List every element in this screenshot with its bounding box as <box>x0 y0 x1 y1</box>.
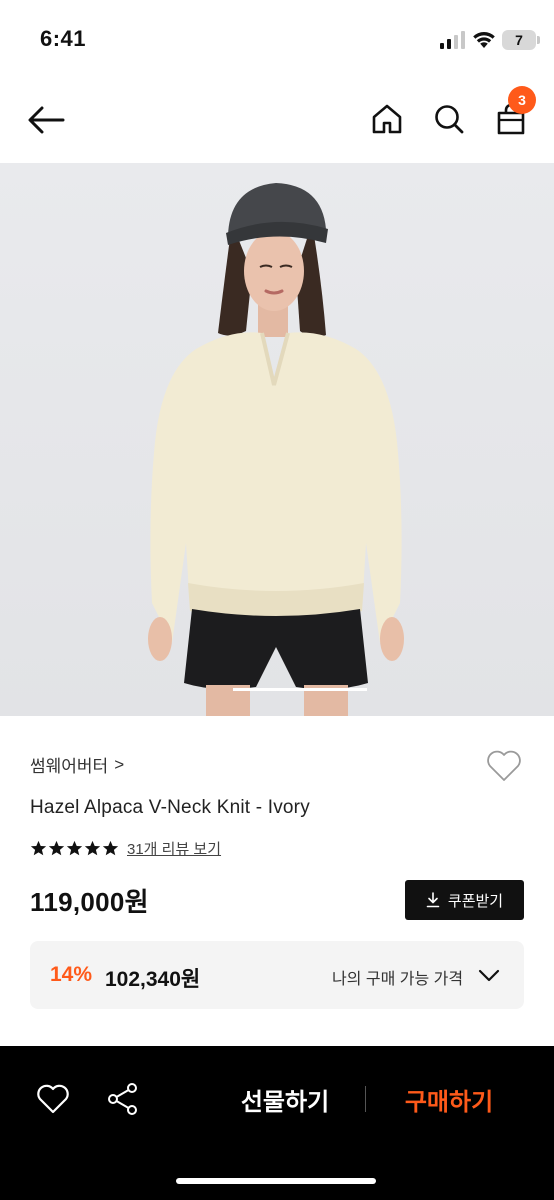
discounted-price: 102,340원 <box>105 968 201 991</box>
best-price-panel[interactable]: 14% 102,340원 나의 구매 가능 가격 <box>30 941 524 1009</box>
cart-count-badge: 3 <box>508 86 536 114</box>
chevron-down-icon <box>478 969 500 982</box>
status-bar: 6:41 7 <box>0 0 554 80</box>
wishlist-button[interactable] <box>484 746 524 786</box>
product-name: Hazel Alpaca V-Neck Knit - Ivory <box>30 797 310 818</box>
brand-chevron: > <box>114 754 125 774</box>
star-icon <box>30 840 47 856</box>
star-icon <box>66 840 83 856</box>
review-link[interactable]: 31개 리뷰 보기 <box>127 838 221 859</box>
heart-outline-icon <box>37 1084 69 1114</box>
home-icon <box>372 104 402 134</box>
wifi-icon <box>473 32 495 48</box>
share-button[interactable] <box>100 1076 146 1122</box>
rating-row: 31개 리뷰 보기 <box>30 838 221 859</box>
buy-button[interactable]: 구매하기 <box>384 1082 514 1116</box>
battery-indicator: 7 <box>502 30 536 50</box>
share-icon <box>108 1083 137 1115</box>
discount-rate: 14% <box>50 963 93 986</box>
brand-link[interactable]: 썸웨어버터 > <box>30 752 124 777</box>
download-icon <box>426 892 440 908</box>
battery-tip <box>537 36 540 44</box>
home-indicator <box>176 1178 376 1184</box>
coupon-label: 쿠폰받기 <box>447 892 504 910</box>
status-time: 6:41 <box>40 26 87 51</box>
top-nav <box>0 80 554 162</box>
star-icon <box>48 840 65 856</box>
back-button[interactable] <box>24 100 68 140</box>
star-icon <box>84 840 101 856</box>
search-icon <box>435 105 464 134</box>
best-price-label: 나의 구매 가능 가격 <box>332 971 464 988</box>
gift-button[interactable]: 선물하기 <box>222 1082 348 1116</box>
cellular-signal-icon <box>440 31 465 49</box>
product-price: 119,000원 <box>30 887 149 917</box>
brand-name: 썸웨어버터 <box>30 757 109 776</box>
search-button[interactable] <box>428 98 470 140</box>
rating-stars <box>30 840 119 857</box>
star-icon <box>102 840 119 856</box>
product-image[interactable] <box>0 163 554 716</box>
home-button[interactable] <box>366 98 408 140</box>
heart-outline-icon <box>487 750 521 781</box>
coupon-button[interactable]: 쿠폰받기 <box>405 880 524 920</box>
bottom-wishlist-button[interactable] <box>30 1076 76 1122</box>
product-photo-illustration <box>0 163 554 716</box>
image-carousel-indicator <box>233 688 367 691</box>
back-arrow-icon <box>28 106 65 134</box>
bottom-action-bar: 선물하기 구매하기 <box>0 1046 554 1200</box>
action-divider <box>365 1086 366 1112</box>
